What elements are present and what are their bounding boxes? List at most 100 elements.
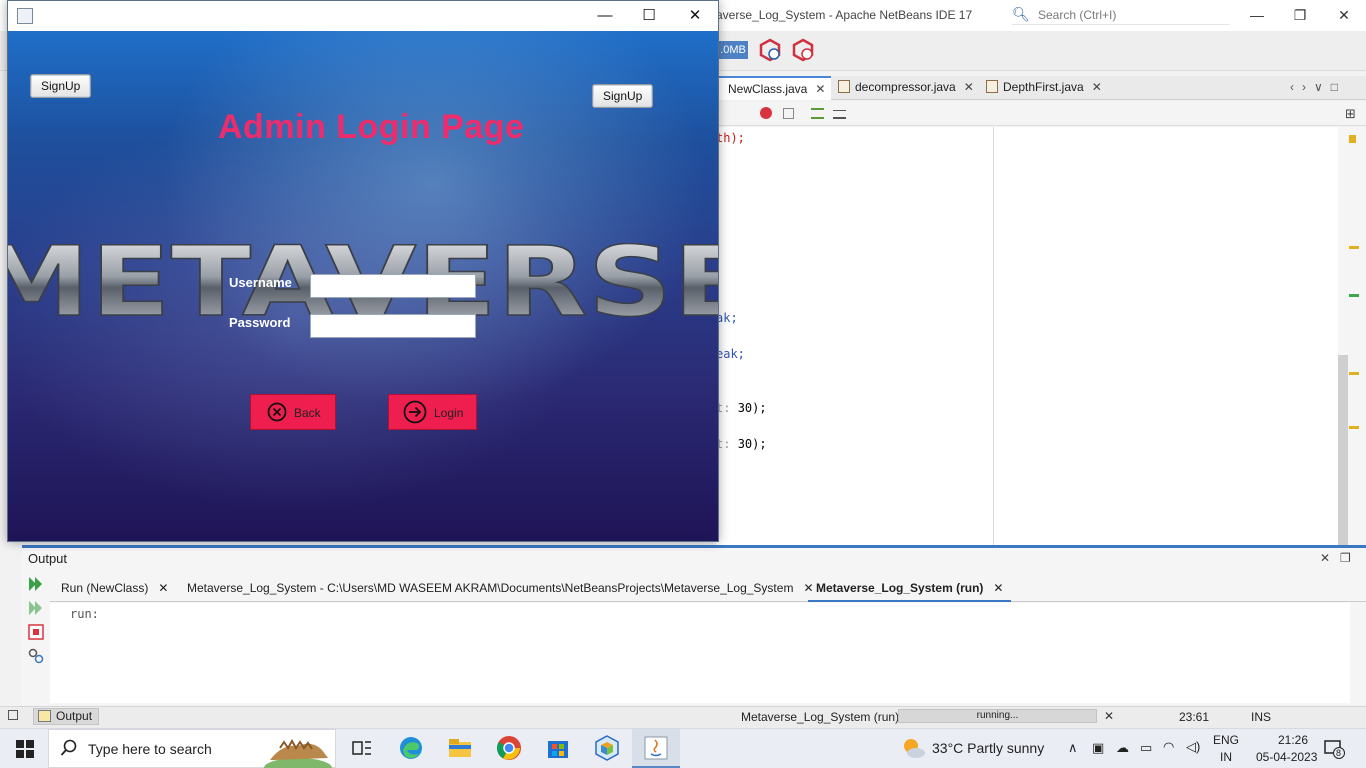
onedrive-icon[interactable]: ☁ <box>1116 740 1129 756</box>
notification-center-icon[interactable] <box>1324 739 1346 759</box>
maximize-button[interactable]: ☐ <box>626 5 672 27</box>
java-file-icon <box>986 80 998 93</box>
clock-time[interactable]: 21:26 <box>1264 733 1322 747</box>
code-line: ak; <box>716 311 738 325</box>
memory-indicator[interactable]: .0MB <box>718 41 748 59</box>
dinosaur-search-highlight-icon <box>264 738 332 768</box>
output-window-icon <box>38 710 51 722</box>
input-language[interactable]: ENG <box>1213 733 1239 747</box>
task-progress-bar[interactable]: running... <box>898 709 1097 723</box>
file-explorer-icon[interactable] <box>446 734 474 762</box>
signup-button-right[interactable]: SignUp <box>592 84 654 108</box>
close-button[interactable]: ✕ <box>672 5 718 27</box>
right-margin-line <box>993 127 994 545</box>
tab-label: Metaverse_Log_System (run) <box>816 581 984 595</box>
rerun-with-params-icon[interactable] <box>27 599 45 617</box>
chevron-up-icon[interactable]: ∧ <box>1068 740 1078 756</box>
ide-search-box[interactable]: 🔍︎ Search (Ctrl+I) <box>1012 5 1230 25</box>
record-macro-icon[interactable] <box>760 107 772 119</box>
tab-metaverse-project[interactable]: Metaverse_Log_System - C:\Users\MD WASEE… <box>179 575 822 602</box>
profile-project-icon[interactable] <box>758 38 782 62</box>
close-icon[interactable]: ✕ <box>815 82 825 96</box>
comment-icon[interactable] <box>811 108 824 119</box>
insert-mode: INS <box>1251 710 1272 724</box>
battery-icon[interactable]: ▭ <box>1140 740 1152 756</box>
close-icon[interactable]: ✕ <box>964 80 974 94</box>
code-line: eak; <box>716 347 745 361</box>
ide-close-button[interactable]: ✕ <box>1324 4 1364 26</box>
close-icon[interactable]: ✕ <box>1320 551 1330 565</box>
back-button[interactable]: Back <box>250 394 336 430</box>
editor-toolbar: ⊞ <box>716 102 1366 126</box>
close-icon[interactable]: ✕ <box>993 581 1003 595</box>
search-icon <box>60 739 77 756</box>
search-icon: 🔍︎ <box>1012 6 1030 22</box>
minimize-button[interactable]: — <box>582 5 628 27</box>
close-icon[interactable]: ✕ <box>1092 80 1102 94</box>
back-button-label: Back <box>294 406 321 420</box>
uncomment-icon[interactable] <box>833 110 846 119</box>
restore-window-icon[interactable] <box>8 710 18 720</box>
ide-minimize-button[interactable]: — <box>1237 4 1277 26</box>
input-region[interactable]: IN <box>1220 750 1232 764</box>
volume-icon[interactable]: ◁) <box>1186 739 1200 755</box>
rerun-icon[interactable] <box>27 575 45 593</box>
stop-macro-icon[interactable] <box>783 108 794 119</box>
partly-sunny-weather-icon[interactable] <box>900 735 926 761</box>
microsoft-store-icon[interactable] <box>544 734 572 762</box>
code-line: th); <box>716 131 745 145</box>
tab-navigation-arrows[interactable]: ‹›∨□ <box>1290 80 1346 94</box>
tab-newclass-java[interactable]: NewClass.java ✕ <box>716 76 832 100</box>
edge-browser-icon[interactable] <box>397 734 425 762</box>
code-editor[interactable]: th); ak; eak; t: 30); t: 30); <box>716 127 1338 545</box>
meet-now-icon[interactable]: ▣ <box>1092 740 1104 756</box>
output-console[interactable] <box>50 603 1350 703</box>
code-fragment: th); <box>716 131 745 145</box>
warning-marker[interactable] <box>1349 135 1356 143</box>
weather-text[interactable]: 33°C Partly sunny <box>932 740 1044 756</box>
password-label: Password <box>229 315 291 330</box>
username-field[interactable] <box>310 274 476 298</box>
warning-marker[interactable] <box>1349 372 1359 375</box>
maximize-icon[interactable]: ❐ <box>1340 551 1351 565</box>
ide-restore-button[interactable]: ❐ <box>1280 4 1320 26</box>
task-view-icon[interactable] <box>348 734 376 762</box>
tab-label: Metaverse_Log_System - C:\Users\MD WASEE… <box>187 581 794 595</box>
clock-date[interactable]: 05-04-2023 <box>1256 750 1317 764</box>
code-line: t: 30); <box>716 437 767 451</box>
tab-decompressor-java[interactable]: decompressor.java ✕ <box>826 76 980 100</box>
chrome-browser-icon[interactable] <box>495 734 523 762</box>
tab-label: DepthFirst.java <box>1003 80 1084 94</box>
stop-icon[interactable] <box>27 623 45 641</box>
cancel-task-icon[interactable]: ✕ <box>1104 709 1114 723</box>
tab-metaverse-run[interactable]: Metaverse_Log_System (run) ✕ <box>808 575 1012 602</box>
settings-icon[interactable] <box>27 647 45 665</box>
ide-window-title: averse_Log_System - Apache NetBeans IDE … <box>716 8 973 22</box>
running-task-label: Metaverse_Log_System (run) <box>741 710 900 724</box>
taskbar-search-placeholder: Type here to search <box>88 741 212 757</box>
login-button[interactable]: Login <box>388 394 477 430</box>
expand-icon[interactable]: ⊞ <box>1345 106 1356 122</box>
arrow-right-circle-icon <box>403 400 427 424</box>
netbeans-icon[interactable] <box>593 734 621 762</box>
java-icon <box>17 8 33 24</box>
console-text: run: <box>70 607 99 621</box>
tab-label: NewClass.java <box>728 82 808 96</box>
warning-marker[interactable] <box>1349 426 1359 429</box>
attach-profiler-icon[interactable] <box>791 38 815 62</box>
close-icon[interactable]: ✕ <box>158 581 168 595</box>
windows-start-icon[interactable] <box>16 740 34 758</box>
editor-scrollbar-thumb[interactable] <box>1338 355 1348 545</box>
signup-button-left[interactable]: SignUp <box>30 74 92 98</box>
code-line: t: 30); <box>716 401 767 415</box>
password-field[interactable] <box>310 314 476 338</box>
tab-run-newclass[interactable]: Run (NewClass) ✕ <box>53 575 176 602</box>
tab-label: Run (NewClass) <box>61 581 149 595</box>
code-fragment: 30); <box>737 401 767 415</box>
warning-marker[interactable] <box>1349 246 1359 249</box>
tab-depthfirst-java[interactable]: DepthFirst.java ✕ <box>974 76 1108 100</box>
java-app-icon[interactable] <box>642 734 670 762</box>
wifi-icon[interactable]: ◠ <box>1163 739 1174 755</box>
change-marker[interactable] <box>1349 294 1359 297</box>
editor-tab-bar: NewClass.java ✕ decompressor.java ✕ DepthF… <box>716 76 1366 100</box>
